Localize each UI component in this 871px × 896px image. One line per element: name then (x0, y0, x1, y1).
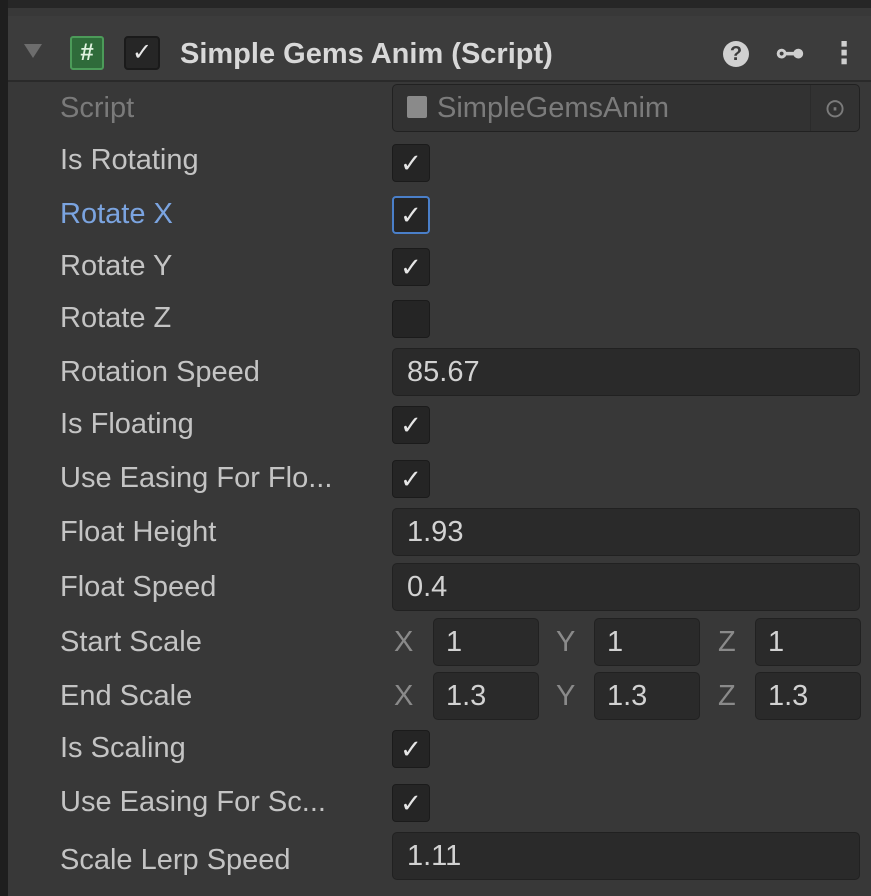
field-label-rotation-speed: Rotation Speed (60, 356, 260, 388)
field-row-is-floating: Is Floating ✓ (8, 404, 871, 456)
field-row-use-easing-float: Use Easing For Flo... ✓ (8, 456, 871, 508)
rotate-z-checkbox[interactable] (392, 300, 430, 338)
start-scale-z-label[interactable]: Z (718, 626, 736, 659)
scale-lerp-speed-input[interactable]: 1.11 (392, 832, 860, 880)
field-label-use-easing-scale: Use Easing For Sc... (60, 786, 326, 818)
component-title[interactable]: Simple Gems Anim (Script) (180, 34, 553, 74)
end-scale-z-label[interactable]: Z (718, 680, 736, 713)
end-scale-x-input[interactable]: 1.3 (433, 672, 539, 720)
field-label-use-easing-float: Use Easing For Flo... (60, 462, 333, 494)
field-row-rotation-speed: Rotation Speed 85.67 (8, 348, 871, 404)
field-label-end-scale: End Scale (60, 680, 193, 712)
field-row-rotate-z: Rotate Z (8, 296, 871, 348)
field-row-scale-lerp-speed: Scale Lerp Speed 1.11 (8, 832, 871, 888)
field-label-scale-lerp-speed: Scale Lerp Speed (60, 844, 291, 876)
field-row-rotate-y: Rotate Y ✓ (8, 244, 871, 296)
field-row-use-easing-scale: Use Easing For Sc... ✓ (8, 780, 871, 832)
is-floating-checkbox[interactable]: ✓ (392, 406, 430, 444)
start-scale-y-input[interactable]: 1 (594, 618, 700, 666)
start-scale-x-input[interactable]: 1 (433, 618, 539, 666)
field-label-rotate-y: Rotate Y (60, 250, 173, 282)
field-label-float-height: Float Height (60, 516, 217, 548)
field-row-float-speed: Float Speed 0.4 (8, 563, 871, 619)
component-header[interactable]: # ✓ Simple Gems Anim (Script) ? ⊶ ⋮ (8, 16, 871, 82)
script-icon: # (70, 36, 104, 70)
end-scale-x-label[interactable]: X (394, 680, 413, 713)
field-label-is-rotating: Is Rotating (60, 144, 199, 176)
foldout-arrow-icon[interactable] (24, 44, 42, 58)
inspector-component-panel: # ✓ Simple Gems Anim (Script) ? ⊶ ⋮ Scri… (8, 8, 871, 896)
field-label-script: Script (60, 92, 135, 124)
end-scale-z-input[interactable]: 1.3 (755, 672, 861, 720)
field-row-start-scale: Start Scale X 1 Y 1 Z 1 (8, 618, 871, 674)
field-label-rotate-x: Rotate X (60, 198, 173, 230)
presets-icon[interactable]: ⊶ (768, 34, 812, 74)
rotate-y-checkbox[interactable]: ✓ (392, 248, 430, 286)
help-icon[interactable]: ? (716, 34, 756, 74)
start-scale-y-label[interactable]: Y (556, 626, 575, 659)
float-speed-input[interactable]: 0.4 (392, 563, 860, 611)
field-row-is-rotating: Is Rotating ✓ (8, 140, 871, 192)
is-rotating-checkbox[interactable]: ✓ (392, 144, 430, 182)
script-asset-icon (407, 96, 427, 119)
is-scaling-checkbox[interactable]: ✓ (392, 730, 430, 768)
field-row-rotate-x: Rotate X ✓ (8, 192, 871, 244)
start-scale-z-input[interactable]: 1 (755, 618, 861, 666)
field-row-float-height: Float Height 1.93 (8, 508, 871, 564)
field-label-is-scaling: Is Scaling (60, 732, 186, 764)
top-border (8, 0, 871, 8)
rotate-x-checkbox[interactable]: ✓ (392, 196, 430, 234)
kebab-menu-icon[interactable]: ⋮ (826, 34, 862, 74)
use-easing-scale-checkbox[interactable]: ✓ (392, 784, 430, 822)
end-scale-y-label[interactable]: Y (556, 680, 575, 713)
field-row-script: Script SimpleGemsAnim ⊙ (8, 84, 871, 136)
end-scale-y-input[interactable]: 1.3 (594, 672, 700, 720)
script-object-field: SimpleGemsAnim ⊙ (392, 84, 860, 132)
field-label-rotate-z: Rotate Z (60, 302, 172, 334)
use-easing-float-checkbox[interactable]: ✓ (392, 460, 430, 498)
script-object-value: SimpleGemsAnim (437, 92, 670, 124)
rotation-speed-input[interactable]: 85.67 (392, 348, 860, 396)
field-row-is-scaling: Is Scaling ✓ (8, 728, 871, 780)
object-picker-icon: ⊙ (810, 85, 859, 131)
start-scale-x-label[interactable]: X (394, 626, 413, 659)
float-height-input[interactable]: 1.93 (392, 508, 860, 556)
component-enabled-checkbox[interactable]: ✓ (124, 36, 160, 70)
field-label-start-scale: Start Scale (60, 626, 202, 658)
field-label-is-floating: Is Floating (60, 408, 194, 440)
field-label-float-speed: Float Speed (60, 571, 217, 603)
field-row-end-scale: End Scale X 1.3 Y 1.3 Z 1.3 (8, 672, 871, 728)
